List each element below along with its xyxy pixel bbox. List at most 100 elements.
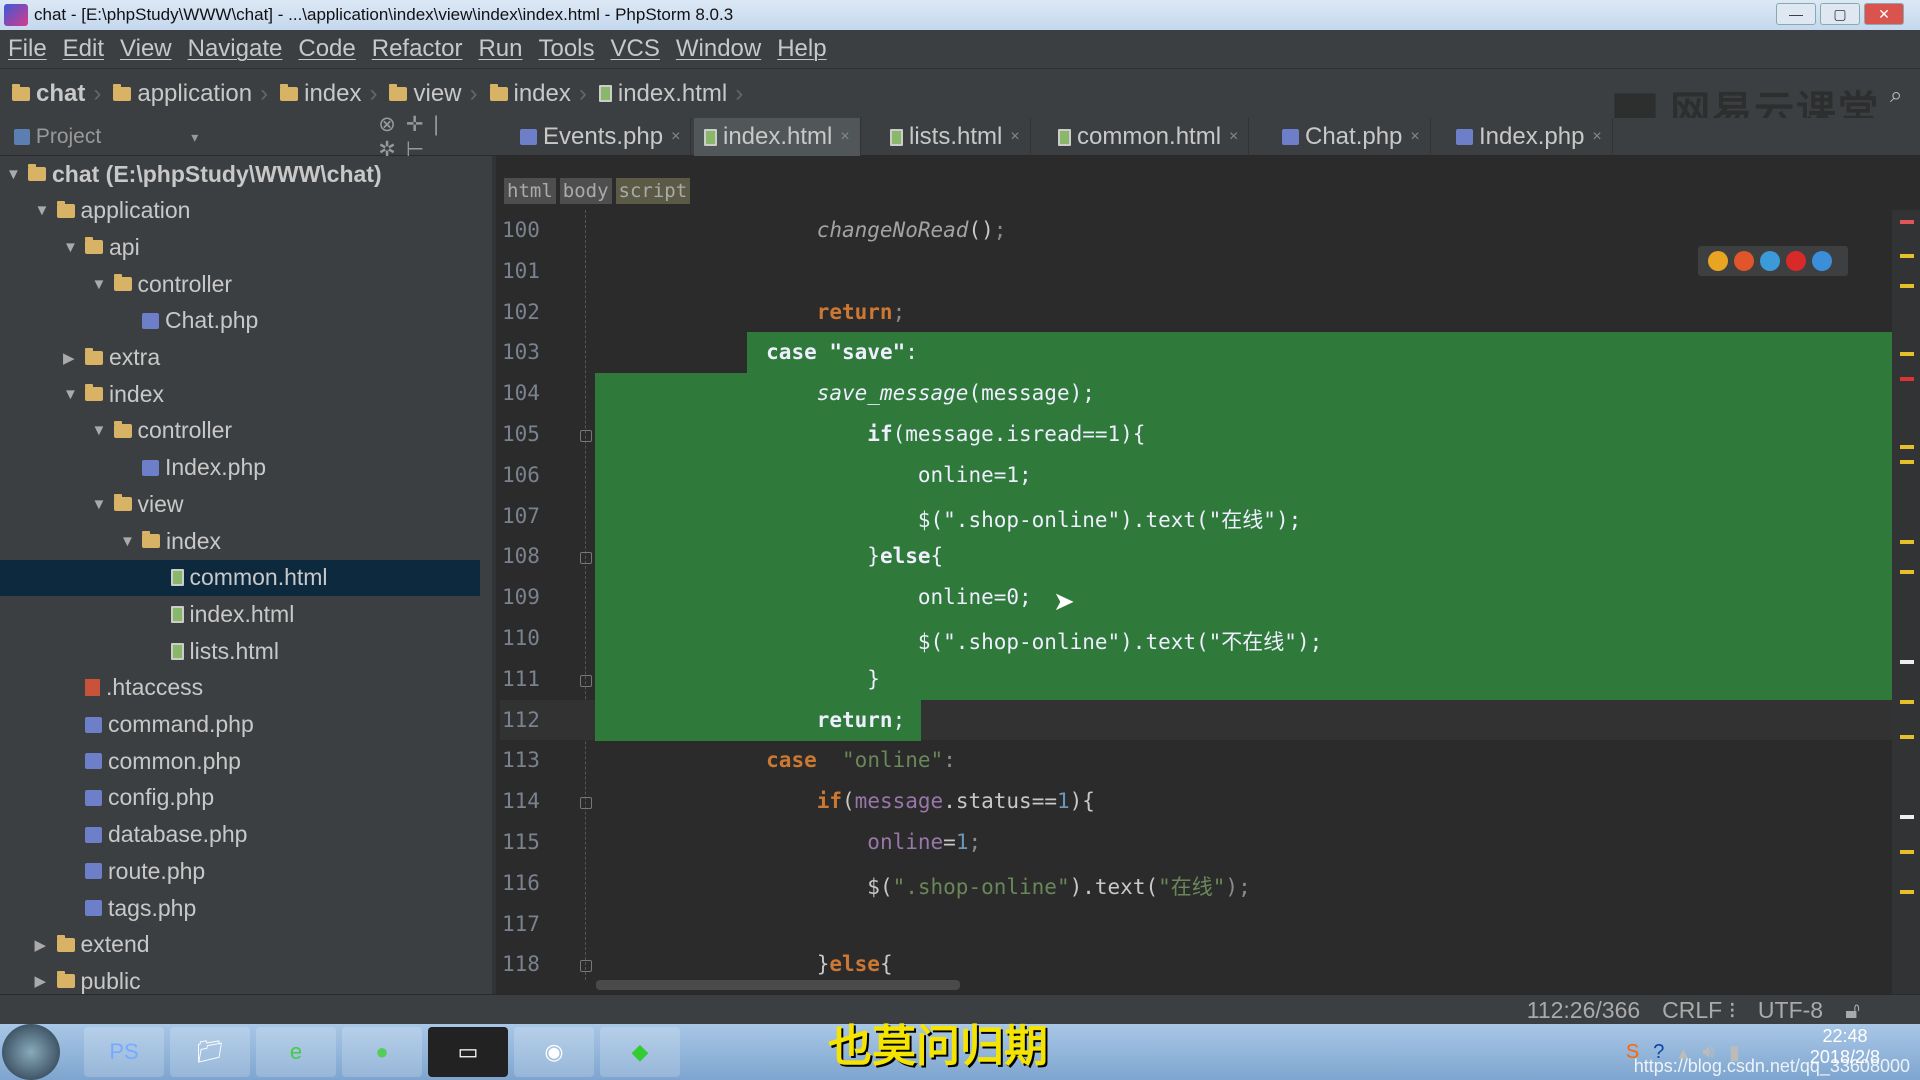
tree-item[interactable]: config.php: [0, 780, 480, 816]
horizontal-scrollbar[interactable]: [596, 980, 960, 990]
code-line[interactable]: online=0;: [665, 585, 1032, 609]
expanded-arrow-icon[interactable]: ▼: [120, 533, 142, 550]
code-line[interactable]: }else{: [665, 952, 893, 976]
line-separator[interactable]: CRLF ⁝: [1662, 995, 1736, 1025]
menu-navigate[interactable]: Navigate: [188, 35, 283, 63]
expanded-arrow-icon[interactable]: ▼: [35, 202, 57, 219]
breadcrumb-item[interactable]: application: [113, 80, 268, 108]
error-stripe-marker[interactable]: [1900, 815, 1914, 819]
tab-index-html[interactable]: index.html ×: [694, 118, 861, 156]
tree-item[interactable]: .htaccess: [0, 670, 480, 706]
project-panel-header[interactable]: Project ▾ ⊗✛|✲⊢: [0, 113, 496, 161]
menu-tools[interactable]: Tools: [538, 35, 594, 63]
tree-item[interactable]: ▼ controller: [0, 266, 480, 302]
menu-vcs[interactable]: VCS: [611, 35, 660, 63]
tab-chat-php[interactable]: Chat.php ×: [1272, 118, 1431, 156]
tab-lists-html[interactable]: lists.html ×: [880, 118, 1031, 156]
menu-help[interactable]: Help: [777, 35, 826, 63]
fold-marker-icon[interactable]: [580, 960, 592, 973]
code-line[interactable]: if(message.isread==1){: [665, 422, 1145, 446]
menu-edit[interactable]: Edit: [63, 35, 104, 63]
collapsed-arrow-icon[interactable]: ▶: [35, 972, 57, 990]
fold-marker-icon[interactable]: [580, 797, 592, 810]
breadcrumb-item[interactable]: chat: [12, 80, 101, 108]
code-line[interactable]: case "save":: [665, 340, 918, 364]
tree-item[interactable]: common.html: [0, 559, 480, 596]
code-line[interactable]: $(".shop-online").text("在线");: [665, 871, 1250, 901]
error-stripe-marker[interactable]: [1900, 540, 1914, 544]
expanded-arrow-icon[interactable]: ▼: [63, 386, 85, 403]
panel-toolbar-icons[interactable]: ⊗✛|✲⊢: [378, 112, 496, 162]
tree-item[interactable]: ▼ view: [0, 486, 480, 522]
error-stripe-marker[interactable]: [1900, 890, 1914, 894]
tab-close-icon[interactable]: ×: [840, 128, 849, 146]
menu-window[interactable]: Window: [676, 35, 761, 63]
tree-item[interactable]: common.php: [0, 743, 480, 779]
tree-item[interactable]: Index.php: [0, 450, 480, 486]
code-line[interactable]: return;: [665, 300, 906, 324]
menu-refactor[interactable]: Refactor: [372, 35, 463, 63]
expanded-arrow-icon[interactable]: ▼: [92, 496, 114, 513]
tree-item[interactable]: lists.html: [0, 633, 480, 669]
error-stripe-marker[interactable]: [1900, 445, 1914, 449]
tree-item[interactable]: tags.php: [0, 890, 480, 926]
expanded-arrow-icon[interactable]: ▼: [92, 276, 114, 293]
tree-item[interactable]: ▼ api: [0, 229, 480, 265]
error-stripe-marker[interactable]: [1900, 220, 1914, 224]
firefox-icon[interactable]: [1734, 251, 1754, 271]
taskbar-browser-icon[interactable]: e: [256, 1027, 336, 1077]
dropdown-icon[interactable]: ▾: [191, 129, 198, 146]
file-encoding[interactable]: UTF-8: [1758, 995, 1823, 1025]
code-line[interactable]: changeNoRead();: [665, 218, 1007, 242]
code-line[interactable]: save_message(message);: [665, 381, 1095, 405]
code-line[interactable]: $(".shop-online").text("不在线");: [665, 626, 1322, 656]
tree-item[interactable]: database.php: [0, 817, 480, 853]
safari-icon[interactable]: [1760, 251, 1780, 271]
tree-item[interactable]: ▼ application: [0, 193, 480, 229]
expanded-arrow-icon[interactable]: ▼: [92, 422, 114, 439]
menu-run[interactable]: Run: [478, 35, 522, 63]
taskbar-terminal-icon[interactable]: ▭: [428, 1027, 508, 1077]
error-stripe-marker[interactable]: [1900, 377, 1914, 381]
error-stripe-marker[interactable]: [1900, 460, 1914, 464]
editor-breadcrumb-html[interactable]: html: [504, 178, 556, 204]
breadcrumb-item[interactable]: index: [280, 80, 377, 108]
editor-breadcrumb-body[interactable]: body: [559, 178, 612, 204]
chrome-icon[interactable]: [1708, 251, 1728, 271]
caret-position[interactable]: 112:26/366: [1527, 995, 1640, 1025]
error-stripe-marker[interactable]: [1900, 700, 1914, 704]
code-line[interactable]: online=1;: [665, 830, 981, 854]
tree-item[interactable]: Chat.php: [0, 303, 480, 339]
tree-item[interactable]: ▶ extra: [0, 340, 480, 376]
lock-icon[interactable]: 🔓︎: [1845, 995, 1860, 1025]
fold-marker-icon[interactable]: [580, 430, 592, 442]
tab-close-icon[interactable]: ×: [1592, 128, 1601, 146]
error-stripe-marker[interactable]: [1900, 284, 1914, 288]
tree-item[interactable]: ▼ index: [0, 376, 480, 412]
search-icon[interactable]: ⌕: [1890, 82, 1902, 108]
tree-item[interactable]: ▼ chat (E:\phpStudy\WWW\chat): [0, 156, 480, 192]
expanded-arrow-icon[interactable]: ▼: [63, 239, 85, 256]
tab-close-icon[interactable]: ×: [1010, 128, 1019, 146]
tab-events-php[interactable]: Events.php ×: [510, 118, 692, 156]
tree-item[interactable]: route.php: [0, 853, 480, 889]
tree-item[interactable]: ▼ controller: [0, 413, 480, 449]
fold-marker-icon[interactable]: [580, 552, 592, 565]
opera-icon[interactable]: [1786, 251, 1806, 271]
error-stripe-marker[interactable]: [1900, 735, 1914, 739]
taskbar-explorer-icon[interactable]: 📁︎: [170, 1027, 250, 1077]
code-line[interactable]: return;: [665, 708, 906, 732]
browser-preview-icons[interactable]: [1698, 246, 1848, 276]
error-stripe-marker[interactable]: [1900, 850, 1914, 854]
code-line[interactable]: if(message.status==1){: [665, 789, 1095, 813]
editor-breadcrumb-script[interactable]: script: [615, 178, 691, 204]
tab-close-icon[interactable]: ×: [1410, 128, 1419, 146]
fold-marker-icon[interactable]: [580, 674, 592, 687]
breadcrumb-item[interactable]: view: [389, 80, 477, 108]
taskbar-app2-icon[interactable]: ◆: [600, 1027, 680, 1077]
maximize-button[interactable]: ▢: [1820, 3, 1860, 25]
tree-item[interactable]: index.html: [0, 596, 480, 632]
start-button[interactable]: [2, 1024, 60, 1080]
code-line[interactable]: $(".shop-online").text("在线");: [665, 504, 1301, 534]
breadcrumb-item[interactable]: index.html: [598, 80, 743, 108]
